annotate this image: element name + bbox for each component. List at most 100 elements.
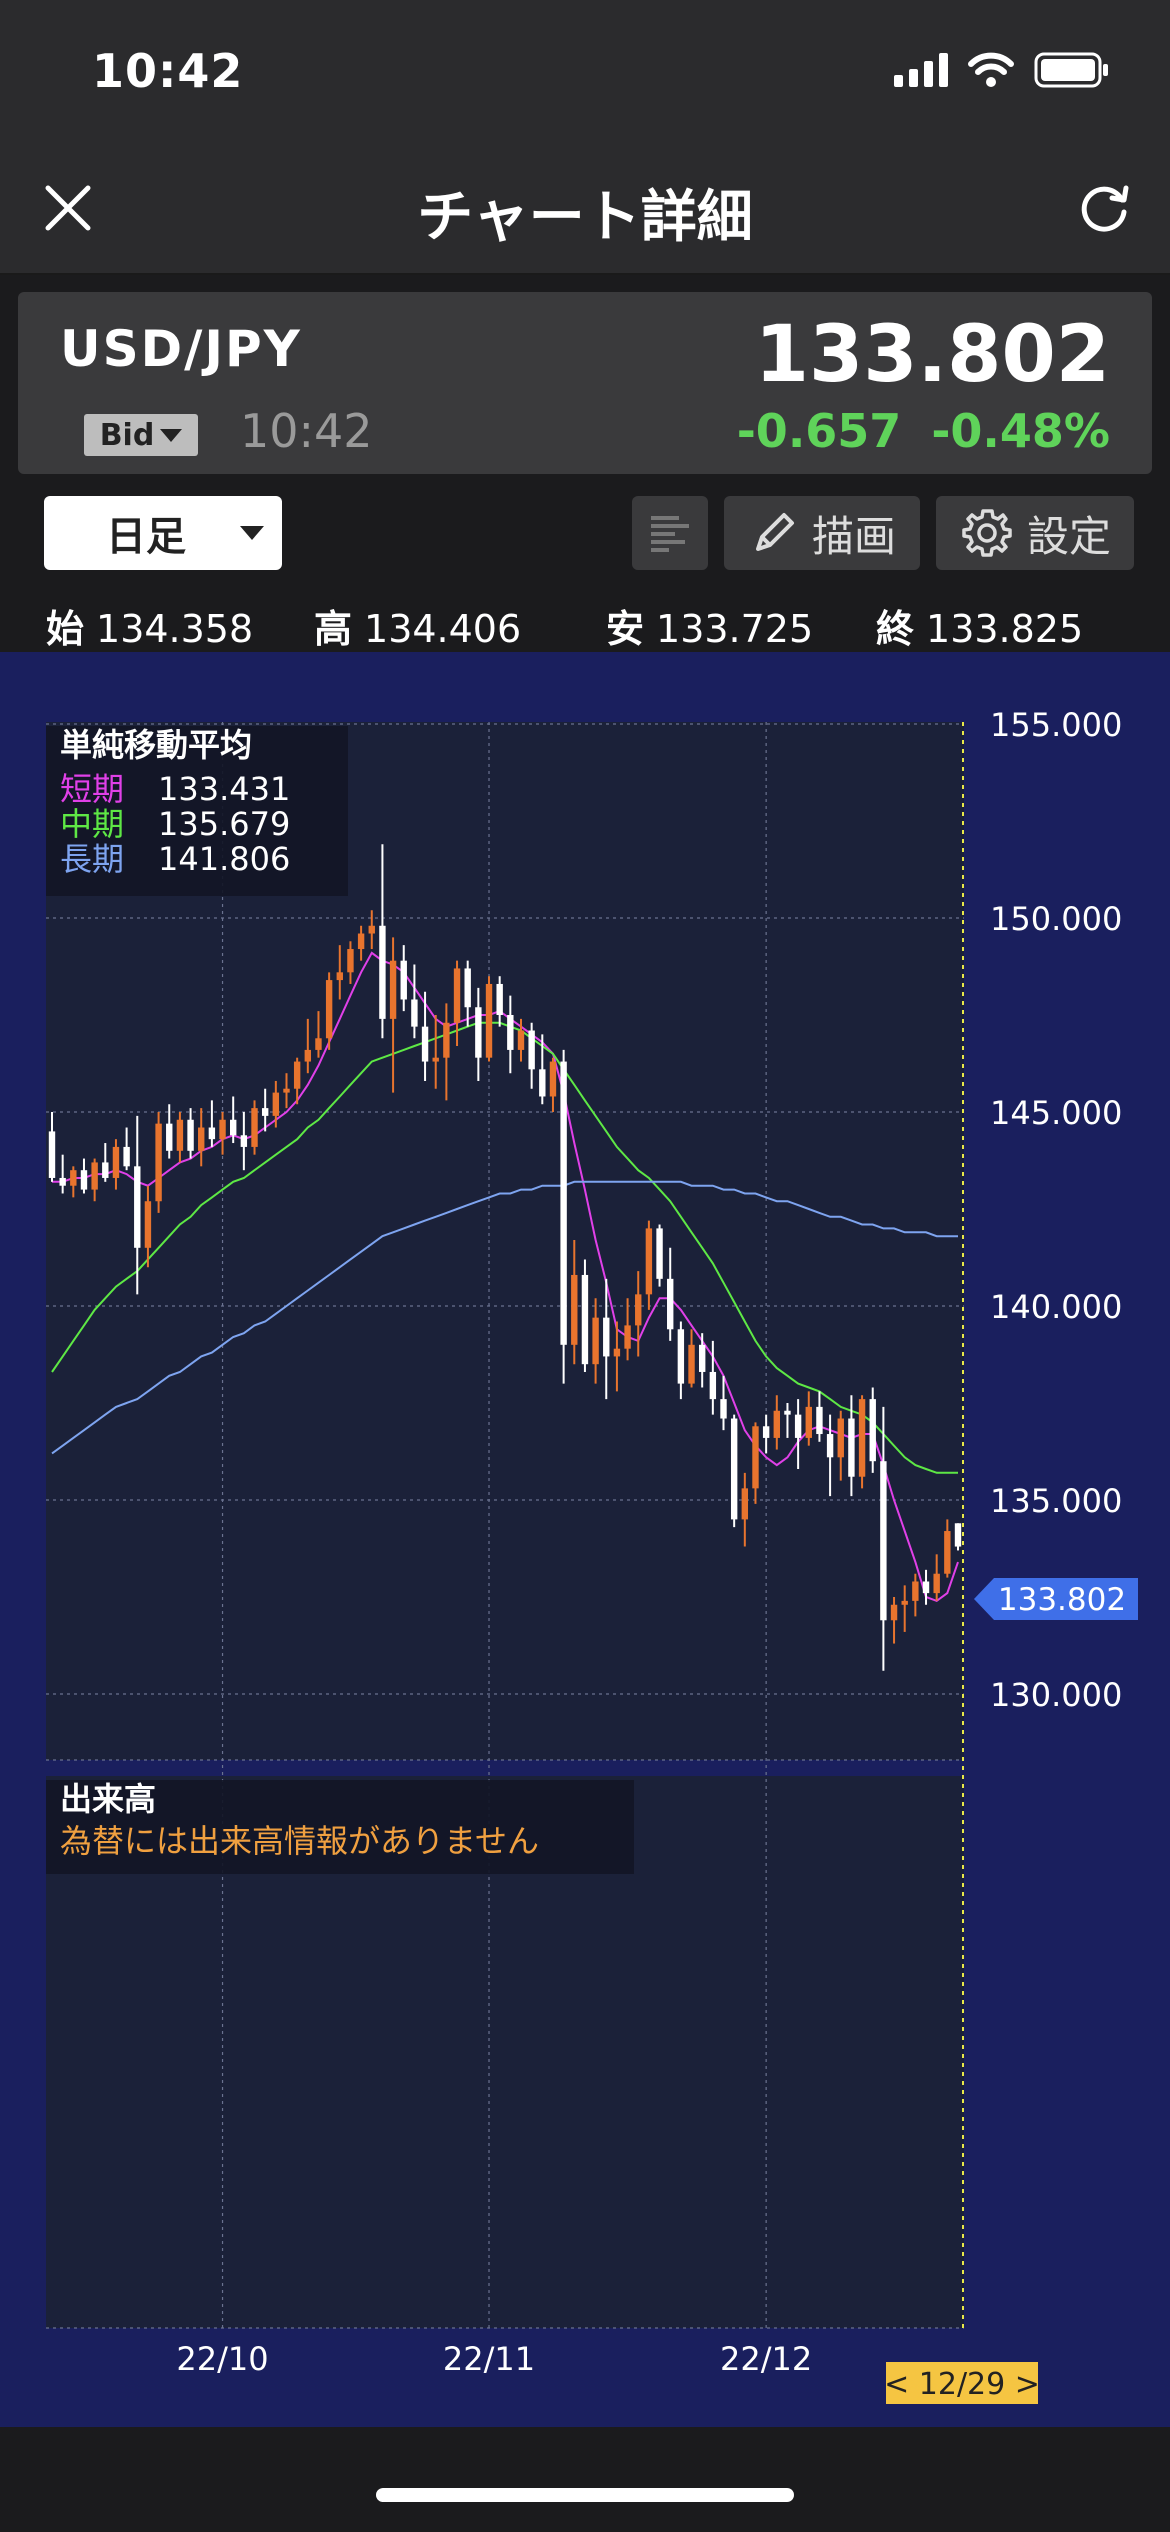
candle-body [315, 1038, 322, 1050]
candle-body [784, 1410, 791, 1415]
change-value: -0.657 [736, 404, 902, 458]
candle-body [176, 1119, 184, 1151]
current-price: 133.802 [754, 310, 1110, 400]
candle-body [581, 1274, 589, 1365]
candle-body [112, 1146, 120, 1178]
draw-label: 描画 [811, 511, 896, 561]
candle-body [901, 1600, 908, 1605]
candle-body [635, 1294, 642, 1326]
page-title: チャート詳細 [417, 185, 753, 250]
wifi-icon [968, 52, 1014, 87]
chevron-down-icon [240, 526, 264, 540]
candle-body [230, 1119, 237, 1136]
chart-area[interactable]: 155.000 150.000 145.000 140.000 135.000 130.0… [0, 652, 1170, 2427]
high-value: 高 134.406 [314, 607, 522, 651]
candle-body [624, 1325, 631, 1349]
candle-body [155, 1123, 162, 1202]
x-axis: 22/10 22/11 22/12 [176, 2340, 812, 2378]
candle-body [571, 1274, 578, 1345]
indicator-list-button[interactable] [632, 496, 708, 570]
status-bar: 10:42 [0, 0, 1170, 150]
candle-body [528, 1030, 535, 1070]
volume-title: 出来高 [60, 1780, 156, 1818]
settings-label: 設定 [1026, 511, 1111, 561]
candle-body [549, 1061, 557, 1097]
candle-body [507, 1015, 514, 1050]
candle-body [357, 933, 365, 950]
candle-body [389, 960, 397, 1019]
list-icon [651, 516, 689, 552]
y-tick-label: 155.000 [990, 706, 1122, 744]
candle-body [869, 1399, 876, 1462]
candle-body [134, 1166, 141, 1248]
sma-mid-value: 135.679 [158, 805, 290, 843]
sma-short-label: 短期 [60, 770, 124, 808]
sma-mid-label: 中期 [60, 805, 124, 843]
quote-time: 10:42 [240, 404, 373, 458]
settings-button[interactable]: 設定 [936, 496, 1134, 570]
candle-body [219, 1119, 226, 1140]
y-axis: 155.000 150.000 145.000 140.000 135.000 130.0… [990, 706, 1122, 1714]
candle-body [848, 1418, 855, 1477]
candle-body [70, 1170, 77, 1186]
candle-body [954, 1523, 962, 1547]
battery-icon [1034, 52, 1108, 88]
refresh-icon[interactable] [1074, 178, 1134, 238]
candle-body [59, 1177, 66, 1186]
candle-body [613, 1348, 621, 1357]
y-tick-label: 145.000 [990, 1094, 1122, 1132]
candle [869, 1387, 876, 1473]
candle-body [261, 1108, 269, 1116]
sma-long-value: 141.806 [158, 840, 290, 878]
candle-body [539, 1069, 546, 1097]
ohlc-row: 始 134.358 高 134.406 安 133.725 終 133.825 [0, 592, 1170, 652]
candle-body [730, 1418, 738, 1520]
candle-body [166, 1123, 173, 1151]
open-value: 始 134.358 [46, 607, 254, 651]
candle-body [475, 1007, 482, 1058]
quote-panel: USD/JPY Bid 10:42 133.802 -0.657 -0.48% [18, 292, 1152, 474]
candle-body [933, 1573, 940, 1594]
candle-body [773, 1410, 780, 1438]
candle [155, 1112, 162, 1213]
candle-body [144, 1201, 152, 1248]
candle-body [80, 1170, 88, 1190]
low-value: 安 133.725 [606, 607, 814, 651]
candle-body [762, 1426, 770, 1438]
candle-body [400, 960, 407, 1000]
draw-button[interactable]: 描画 [724, 496, 920, 570]
candle-body [837, 1418, 844, 1458]
period-label: 日足 [106, 514, 186, 560]
candle-body [698, 1344, 706, 1372]
candle-body [432, 1057, 439, 1062]
candle [858, 1395, 866, 1489]
volume-note: 為替には出来高情報がありません [60, 1822, 539, 1860]
period-dropdown[interactable]: 日足 [44, 496, 282, 570]
candle [485, 976, 493, 1062]
candle-body [805, 1406, 812, 1438]
candle-body [922, 1581, 930, 1594]
candle-body [720, 1399, 727, 1419]
candle-body [816, 1406, 823, 1435]
rate-type-dropdown[interactable]: Bid [84, 414, 198, 456]
candle-body [464, 968, 471, 1008]
x-tick-label: 22/10 [176, 2340, 268, 2378]
candle-body [485, 983, 493, 1058]
candle-body [912, 1581, 919, 1601]
candle-body [198, 1127, 205, 1151]
candlestick-chart[interactable]: 155.000 150.000 145.000 140.000 135.000 130.0… [0, 652, 1170, 2427]
x-tick-label: 22/11 [443, 2340, 535, 2378]
home-indicator[interactable] [376, 2488, 794, 2502]
rate-type-label: Bid [99, 417, 155, 453]
status-time: 10:42 [92, 44, 244, 98]
candle [581, 1259, 589, 1372]
candle [954, 1523, 962, 1551]
cursor-date-tag[interactable]: < 12/29 > [884, 2362, 1040, 2404]
y-tick-label: 140.000 [990, 1288, 1122, 1326]
candle-body [944, 1531, 951, 1574]
candle-body [102, 1162, 109, 1178]
candle-body [272, 1092, 280, 1116]
nav-bar: チャート詳細 [0, 150, 1170, 275]
candle [560, 1049, 567, 1384]
sma-long-label: 長期 [60, 840, 124, 878]
